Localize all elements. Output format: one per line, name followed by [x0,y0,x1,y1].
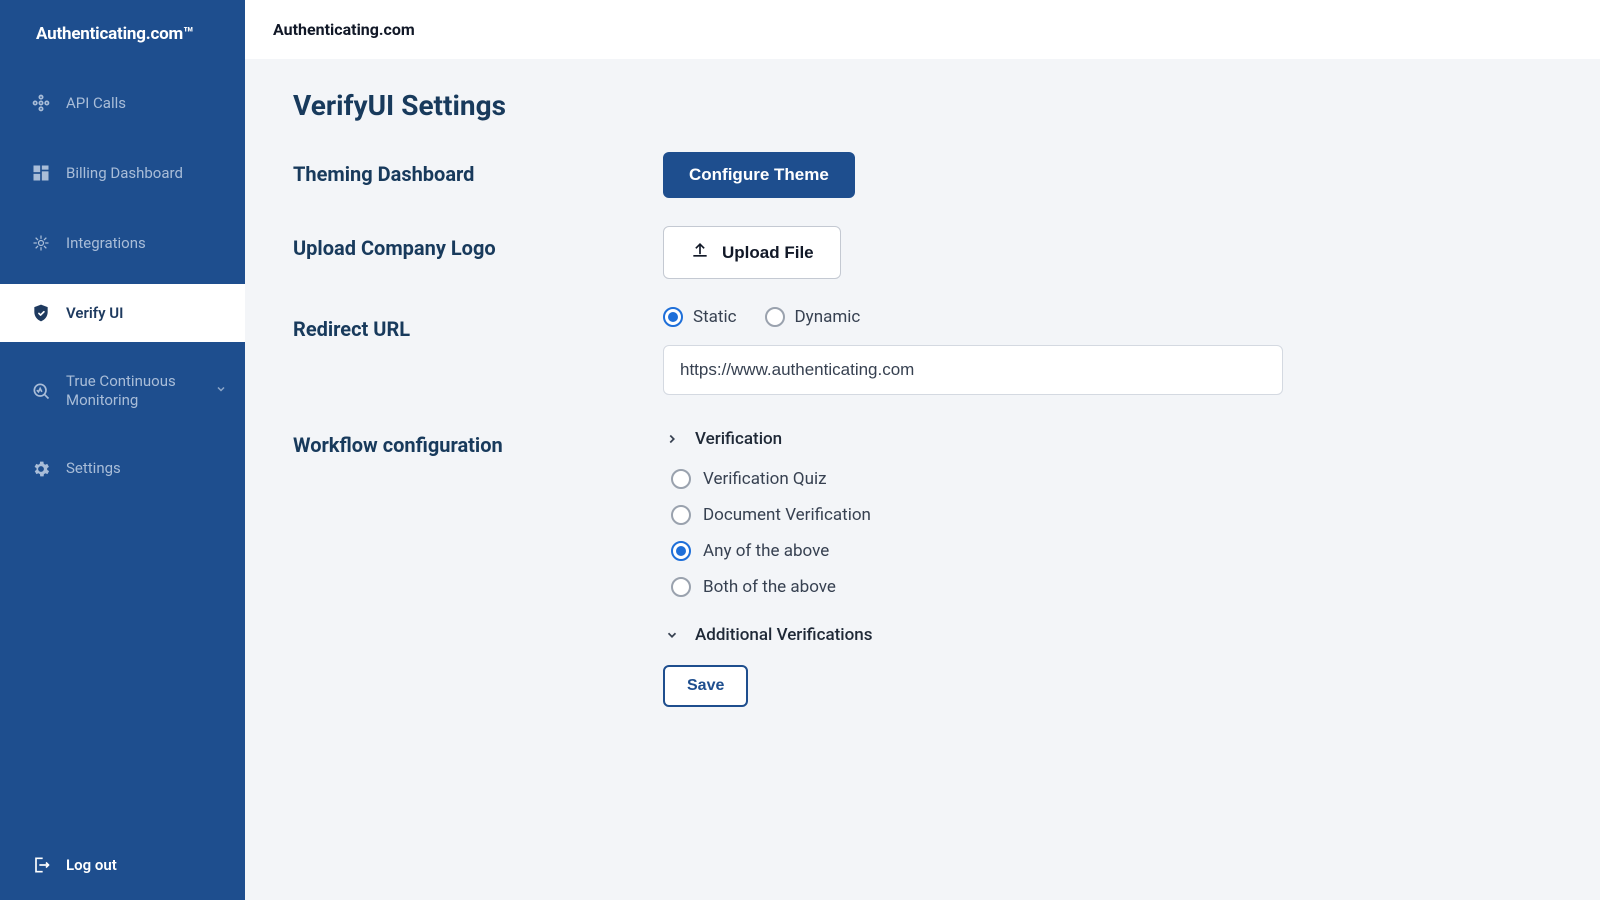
redirect-option-static[interactable]: Static [663,307,737,327]
radio-icon [671,469,691,489]
sidebar-item-label: Verify UI [66,304,227,323]
chevron-down-icon [663,628,681,642]
upload-file-label: Upload File [722,243,814,263]
label-upload-logo: Upload Company Logo [293,226,663,260]
sidebar-item-api-calls[interactable]: API Calls [0,74,245,132]
label-redirect: Redirect URL [293,307,663,341]
gear-icon [30,458,52,480]
verification-option-label: Any of the above [703,541,829,561]
main: Authenticating.com VerifyUI Settings The… [245,0,1600,900]
logout-label: Log out [66,856,117,874]
content: VerifyUI Settings Theming Dashboard Conf… [245,59,1600,900]
workflow-node-label: Verification [695,429,782,449]
sidebar-item-billing[interactable]: Billing Dashboard [0,144,245,202]
monitor-icon [30,380,52,402]
shield-check-icon [30,302,52,324]
sidebar-item-label: Integrations [66,234,227,253]
redirect-option-label: Dynamic [795,307,861,327]
verification-option-label: Document Verification [703,505,871,525]
sidebar-item-tcm[interactable]: True Continuous Monitoring [0,354,245,428]
radio-icon [671,541,691,561]
api-icon [30,92,52,114]
label-workflow: Workflow configuration [293,423,663,457]
verification-options: Verification Quiz Document Verification … [663,455,1283,619]
radio-icon [663,307,683,327]
sidebar-item-verify-ui[interactable]: Verify UI [0,284,245,342]
radio-icon [671,577,691,597]
save-button[interactable]: Save [663,665,748,707]
brand-logo: Authenticating.com™ [0,0,245,74]
radio-icon [671,505,691,525]
logout-icon [30,854,52,876]
redirect-url-input[interactable] [663,345,1283,395]
sidebar-item-settings[interactable]: Settings [0,440,245,498]
breadcrumb: Authenticating.com [273,20,415,39]
page-title: VerifyUI Settings [293,89,1552,122]
redirect-option-label: Static [693,307,737,327]
dashboard-icon [30,162,52,184]
sidebar-nav: API Calls Billing Dashboard [0,74,245,836]
configure-theme-button[interactable]: Configure Theme [663,152,855,198]
row-redirect: Redirect URL Static Dynamic [293,307,1552,395]
sidebar-item-label: True Continuous Monitoring [66,372,201,410]
topbar: Authenticating.com [245,0,1600,59]
workflow-node-verification[interactable]: Verification [663,423,1283,455]
sidebar-item-integrations[interactable]: Integrations [0,214,245,272]
label-theming: Theming Dashboard [293,152,663,186]
upload-icon [690,240,710,265]
verification-option-label: Both of the above [703,577,836,597]
verification-option-any[interactable]: Any of the above [671,533,1283,569]
verification-option-quiz[interactable]: Verification Quiz [671,461,1283,497]
verification-option-document[interactable]: Document Verification [671,497,1283,533]
chevron-right-icon [663,432,681,446]
integrations-icon [30,232,52,254]
redirect-option-dynamic[interactable]: Dynamic [765,307,861,327]
row-upload-logo: Upload Company Logo Upload File [293,226,1552,279]
radio-icon [765,307,785,327]
chevron-down-icon [215,383,227,398]
row-workflow: Workflow configuration Verification Veri… [293,423,1552,707]
sidebar-item-label: Settings [66,459,227,478]
sidebar: Authenticating.com™ API Calls Billing Da… [0,0,245,900]
verification-option-both[interactable]: Both of the above [671,569,1283,605]
sidebar-item-label: Billing Dashboard [66,164,227,183]
logout-button[interactable]: Log out [0,836,245,900]
sidebar-item-label: API Calls [66,94,227,113]
workflow-node-label: Additional Verifications [695,625,872,645]
row-theming: Theming Dashboard Configure Theme [293,152,1552,198]
workflow-node-additional[interactable]: Additional Verifications [663,619,1283,651]
verification-option-label: Verification Quiz [703,469,827,489]
upload-file-button[interactable]: Upload File [663,226,841,279]
